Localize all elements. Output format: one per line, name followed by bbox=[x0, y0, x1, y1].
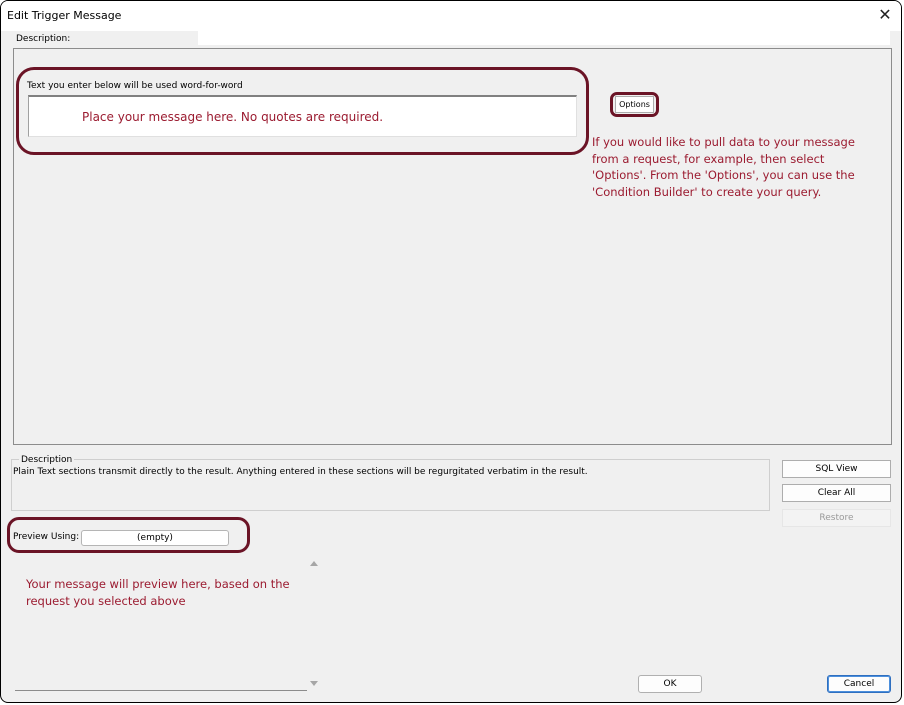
preview-scrollbar[interactable] bbox=[307, 557, 321, 691]
clear-all-button[interactable]: Clear All bbox=[782, 484, 891, 502]
options-button[interactable]: Options bbox=[615, 96, 654, 113]
description-input[interactable] bbox=[198, 31, 890, 45]
sql-view-button[interactable]: SQL View bbox=[782, 460, 891, 478]
preview-using-label: Preview Using: bbox=[13, 532, 80, 542]
scroll-down-icon[interactable] bbox=[310, 681, 318, 686]
message-label: Text you enter below will be used word-f… bbox=[27, 81, 243, 91]
options-annotation: If you would like to pull data to your m… bbox=[592, 135, 855, 199]
preview-using-dropdown[interactable]: (empty) bbox=[81, 530, 229, 546]
title-bar: Edit Trigger Message ✕ bbox=[1, 1, 901, 31]
description-label: Description: bbox=[16, 34, 71, 44]
cancel-button[interactable]: Cancel bbox=[827, 675, 891, 693]
scroll-up-icon[interactable] bbox=[310, 561, 318, 566]
dialog-window: Edit Trigger Message ✕ Description: Text… bbox=[0, 0, 902, 703]
preview-annotation: Your message will preview here, based on… bbox=[26, 577, 290, 608]
restore-button: Restore bbox=[782, 509, 891, 527]
close-icon[interactable]: ✕ bbox=[875, 5, 895, 25]
description-group-label: Description bbox=[19, 455, 75, 465]
window-title: Edit Trigger Message bbox=[7, 9, 122, 22]
description-text: Plain Text sections transmit directly to… bbox=[13, 467, 588, 477]
ok-button[interactable]: OK bbox=[638, 675, 702, 693]
message-annotation: Place your message here. No quotes are r… bbox=[82, 110, 384, 124]
